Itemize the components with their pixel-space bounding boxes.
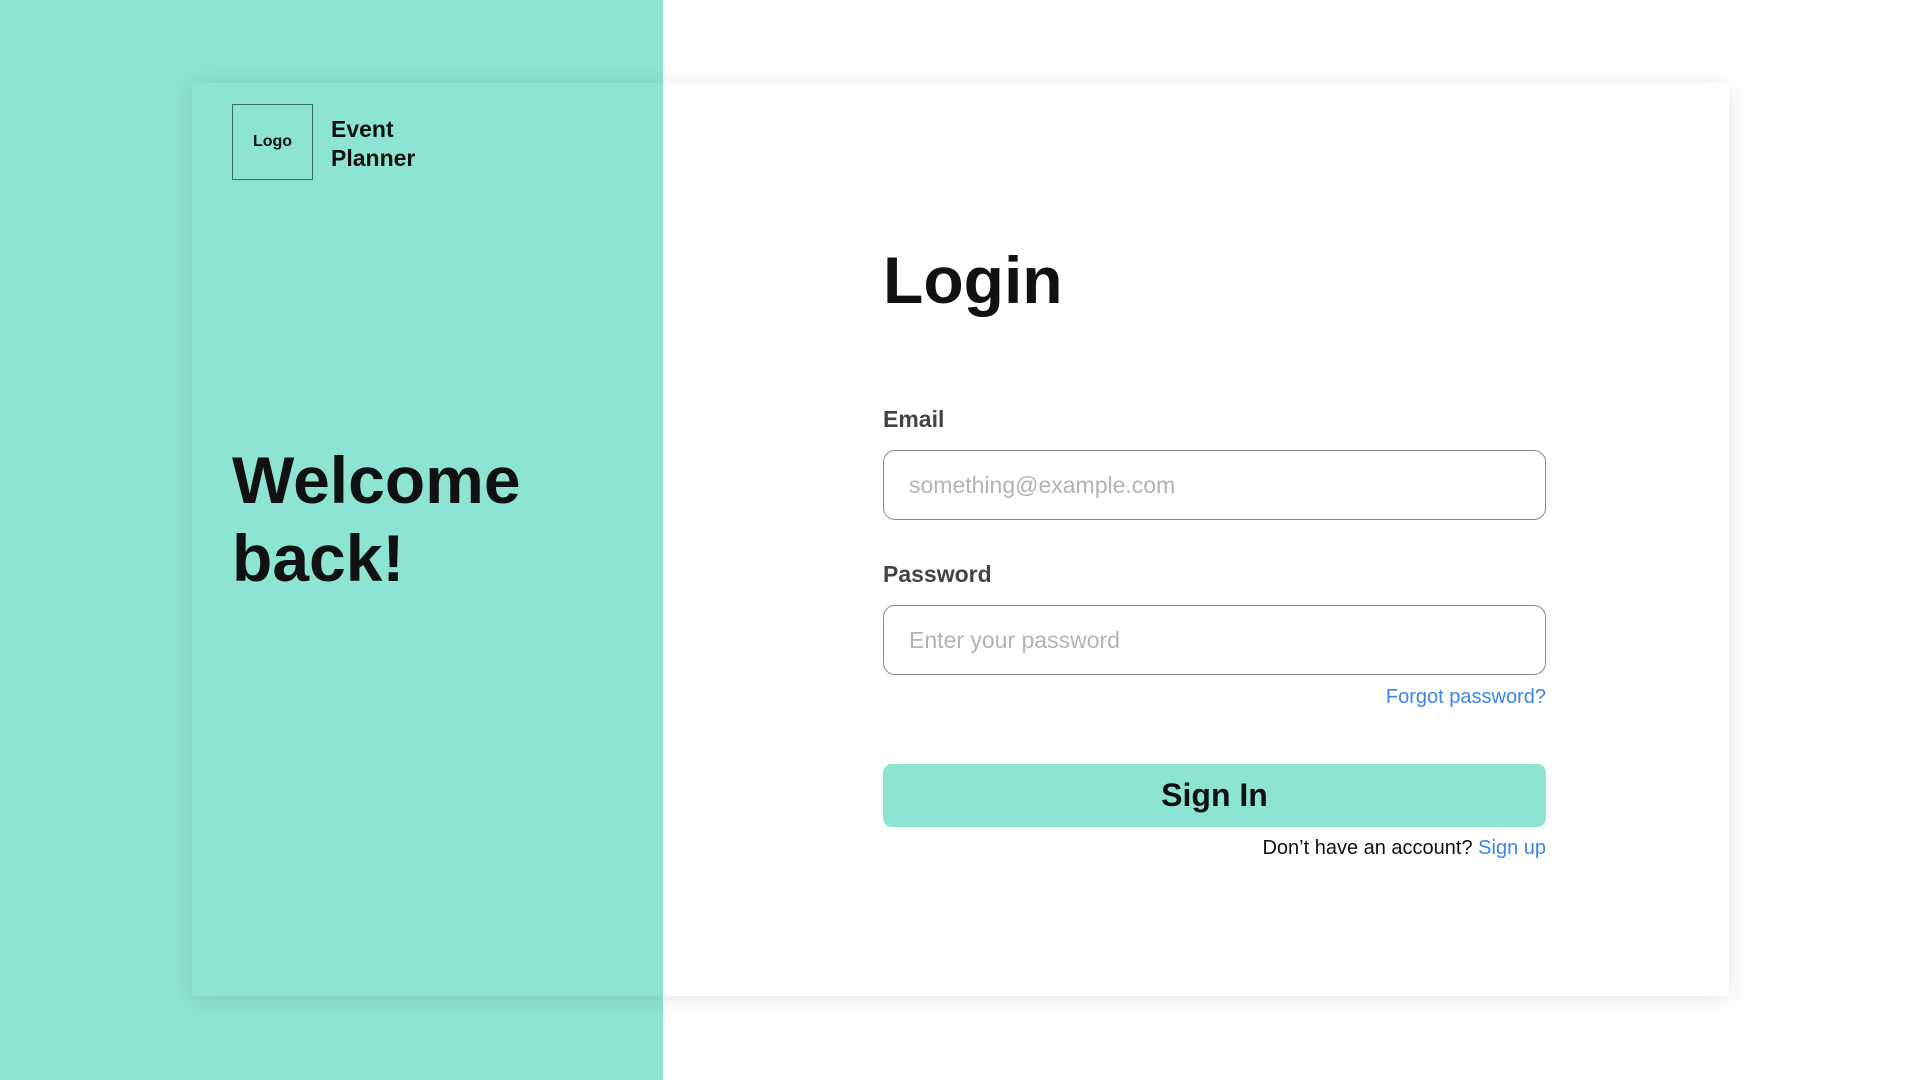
login-page: Logo Event Planner Welcome back! Login E… bbox=[0, 0, 1920, 1080]
login-form: Login Email Password Forgot password? Si… bbox=[883, 83, 1546, 996]
sign-in-button[interactable]: Sign In bbox=[883, 764, 1546, 827]
logo: Logo bbox=[232, 104, 313, 180]
email-label: Email bbox=[883, 406, 945, 432]
forgot-password-link[interactable]: Forgot password? bbox=[1386, 686, 1546, 709]
welcome-panel: Logo Event Planner Welcome back! bbox=[192, 83, 663, 996]
password-field[interactable] bbox=[883, 605, 1546, 675]
sign-up-link[interactable]: Sign up bbox=[1478, 837, 1546, 859]
page-title: Login bbox=[883, 243, 1063, 317]
signup-prompt: Don’t have an account? bbox=[1262, 837, 1479, 859]
email-field[interactable] bbox=[883, 450, 1546, 520]
password-label: Password bbox=[883, 561, 992, 587]
app-name: Event Planner bbox=[331, 116, 416, 171]
welcome-heading: Welcome back! bbox=[232, 443, 521, 595]
logo-text: Logo bbox=[252, 133, 293, 150]
login-card: Logo Event Planner Welcome back! Login E… bbox=[192, 83, 1729, 996]
signup-row: Don’t have an account? Sign up bbox=[1262, 837, 1546, 860]
